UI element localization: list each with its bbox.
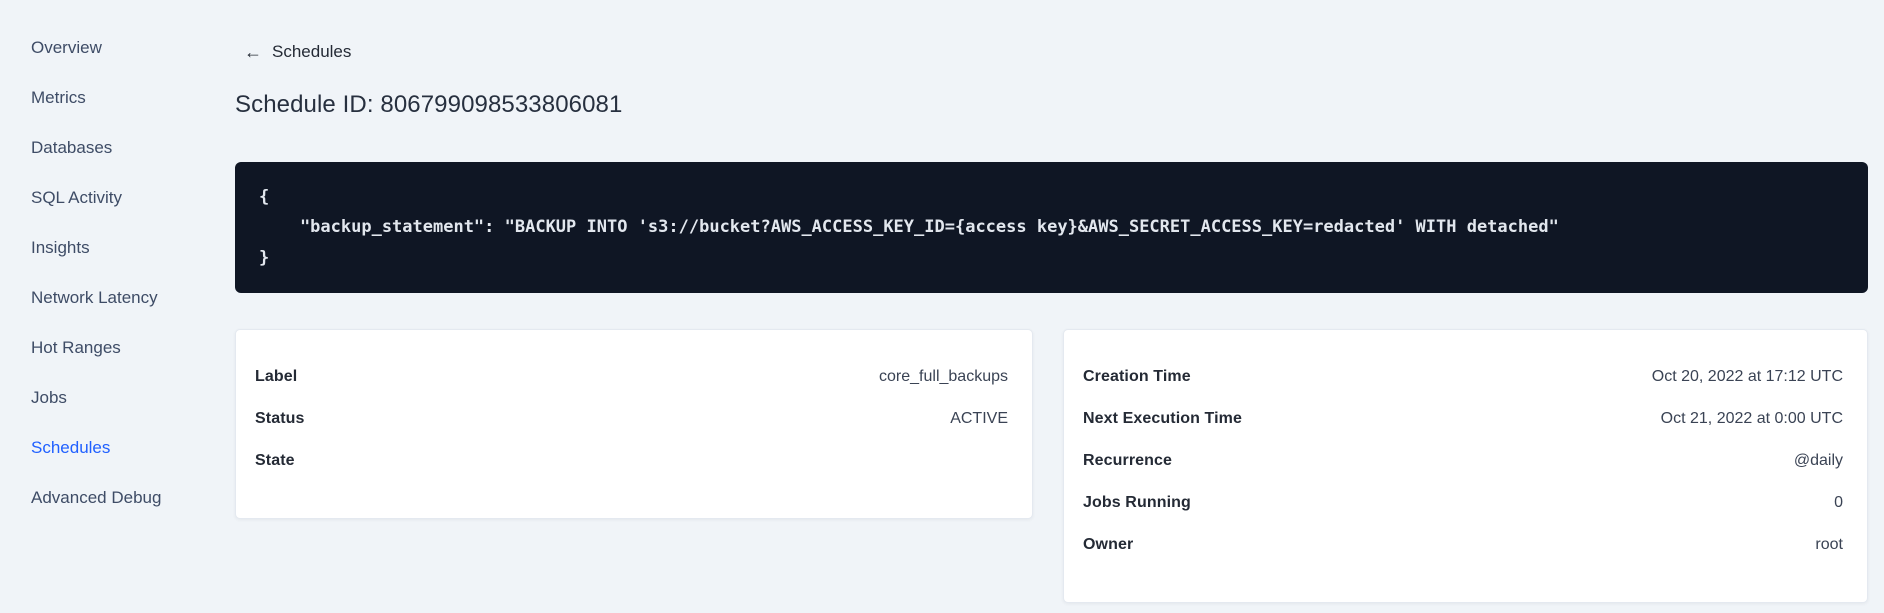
sidebar-item-sql-activity[interactable]: SQL Activity bbox=[0, 173, 200, 223]
code-line: "backup_statement": "BACKUP INTO 's3://b… bbox=[259, 217, 1559, 238]
sidebar-item-overview[interactable]: Overview bbox=[0, 23, 200, 73]
back-link-label: Schedules bbox=[272, 42, 352, 61]
row-label: Label bbox=[255, 368, 298, 386]
row-label: State bbox=[255, 452, 295, 470]
row-value: core_full_backups bbox=[879, 368, 1008, 386]
row-value: 0 bbox=[1834, 494, 1843, 512]
sidebar-item-network-latency[interactable]: Network Latency bbox=[0, 273, 200, 323]
detail-row-status: Status ACTIVE bbox=[255, 398, 1008, 440]
backup-statement-code-block: { "backup_statement": "BACKUP INTO 's3:/… bbox=[235, 162, 1868, 294]
sidebar-item-databases[interactable]: Databases bbox=[0, 123, 200, 173]
detail-row-label: Label core_full_backups bbox=[255, 356, 1008, 398]
detail-row-recurrence: Recurrence @daily bbox=[1083, 440, 1843, 482]
detail-row-next-execution-time: Next Execution Time Oct 21, 2022 at 0:00… bbox=[1083, 398, 1843, 440]
code-line: } bbox=[259, 247, 270, 268]
page-title: Schedule ID: 806799098533806081 bbox=[235, 91, 623, 118]
row-value: root bbox=[1815, 536, 1843, 554]
summary-cards-row: Label core_full_backups Status ACTIVE St… bbox=[235, 329, 1868, 604]
back-arrow-icon: ← bbox=[244, 42, 262, 62]
detail-row-state: State bbox=[255, 440, 1008, 482]
detail-row-owner: Owner root bbox=[1083, 524, 1843, 566]
sidebar-item-jobs[interactable]: Jobs bbox=[0, 373, 200, 423]
row-label: Jobs Running bbox=[1083, 494, 1191, 512]
schedule-details-card: Label core_full_backups Status ACTIVE St… bbox=[235, 329, 1033, 520]
row-label: Recurrence bbox=[1083, 452, 1173, 470]
row-value: @daily bbox=[1793, 452, 1843, 470]
row-value: Oct 20, 2022 at 17:12 UTC bbox=[1651, 368, 1843, 386]
row-value: ACTIVE bbox=[950, 410, 1008, 428]
detail-row-creation-time: Creation Time Oct 20, 2022 at 17:12 UTC bbox=[1083, 356, 1843, 398]
code-line: { bbox=[259, 187, 270, 207]
sidebar-item-hot-ranges[interactable]: Hot Ranges bbox=[0, 323, 200, 373]
row-value: Oct 21, 2022 at 0:00 UTC bbox=[1660, 410, 1843, 428]
sidebar-item-metrics[interactable]: Metrics bbox=[0, 73, 200, 123]
row-label: Creation Time bbox=[1083, 368, 1191, 386]
schedule-detail-page: ← Schedules Schedule ID: 806799098533806… bbox=[235, 0, 1868, 604]
sidebar-item-advanced-debug[interactable]: Advanced Debug bbox=[0, 473, 200, 523]
sidebar-item-insights[interactable]: Insights bbox=[0, 223, 200, 273]
row-label: Next Execution Time bbox=[1083, 410, 1242, 428]
schedule-timing-card: Creation Time Oct 20, 2022 at 17:12 UTC … bbox=[1063, 329, 1868, 604]
row-label: Status bbox=[255, 410, 305, 428]
sidebar-item-schedules[interactable]: Schedules bbox=[0, 423, 200, 473]
row-label: Owner bbox=[1083, 536, 1134, 554]
back-to-schedules-link[interactable]: ← Schedules bbox=[244, 42, 351, 62]
detail-row-jobs-running: Jobs Running 0 bbox=[1083, 482, 1843, 524]
sidebar: Overview Metrics Databases SQL Activity … bbox=[0, 0, 200, 613]
